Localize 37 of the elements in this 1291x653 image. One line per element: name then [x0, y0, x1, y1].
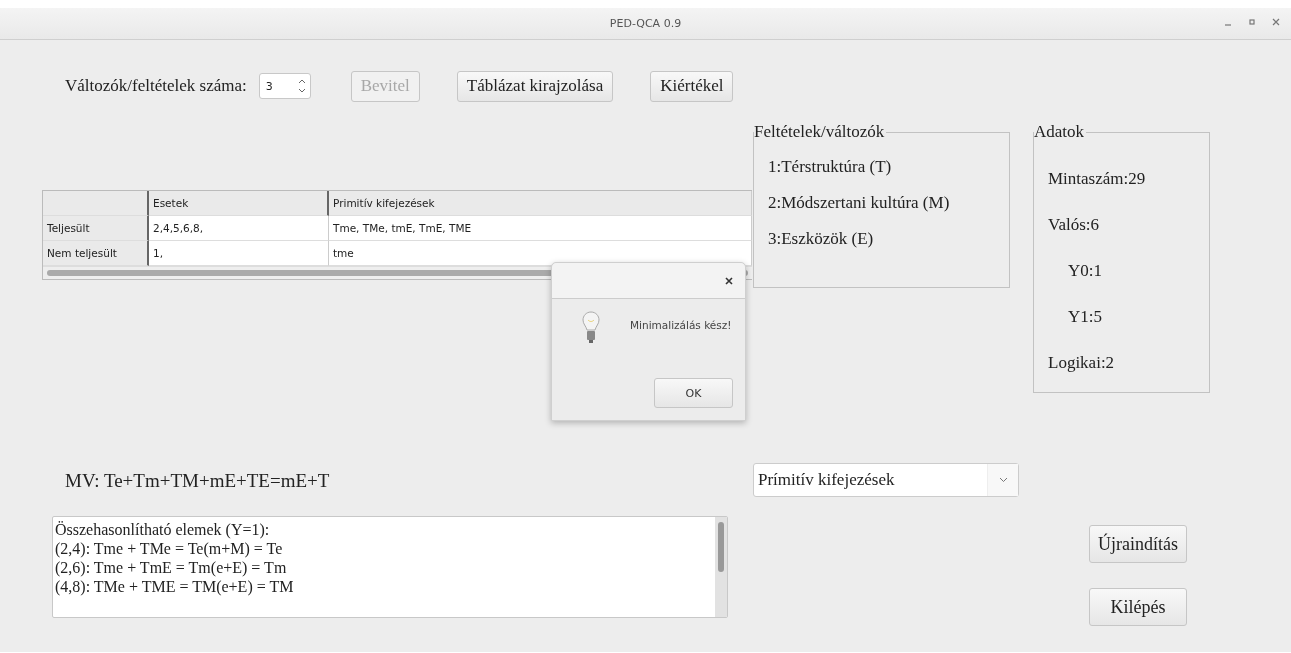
data-item: Valós:6	[1047, 215, 1099, 235]
output-text-area[interactable]: Összehasonlítható elemek (Y=1): (2,4): Tme + TMe = Te(m+M) = Te (2,6): Tme + TmE = Tm(e+E) = Tm (4,8): TMe + TME = TM(e+E) = TM	[52, 516, 728, 618]
formula-text: MV: Te+Tm+TM+mE+TE=mE+T	[65, 470, 331, 492]
dialog-message: Minimalizálás kész!	[630, 319, 732, 333]
toolbar-button[interactable]: Táblázat kirajzolása	[456, 70, 614, 102]
data-item: Logikai:2	[1047, 353, 1115, 373]
output-line: Összehasonlítható elemek (Y=1):	[55, 520, 271, 539]
chevron-down-icon[interactable]	[998, 477, 1008, 483]
count-spinner[interactable]: 3	[258, 73, 311, 99]
table-cell: Tme, TMe, tmE, TmE, TME	[329, 216, 752, 241]
maximize-icon[interactable]	[1247, 17, 1257, 27]
table-cell: 1,	[149, 241, 329, 266]
column-header: Esetek	[149, 191, 329, 216]
view-select[interactable]: Prímitív kifejezések	[753, 463, 1019, 497]
data-item: Y1:5	[1067, 307, 1102, 327]
condition-item: 3:Eszközök (E)	[767, 229, 874, 249]
column-header: Primitív kifejezések	[329, 191, 752, 216]
toolbar-button[interactable]: Kiértékel	[650, 70, 734, 102]
condition-item: 2:Módszertani kultúra (M)	[767, 193, 950, 213]
spinner-arrows-icon[interactable]	[297, 77, 306, 95]
action-button[interactable]: Kilépés	[1089, 588, 1187, 626]
table-cell: 2,4,5,6,8,	[149, 216, 329, 241]
row-header: Nem teljesült	[43, 241, 149, 266]
window-title: PED-QCA 0.9	[609, 17, 682, 30]
close-icon[interactable]	[725, 276, 733, 285]
output-line: (2,6): Tme + TmE = Tm(e+E) = Tm	[55, 558, 288, 577]
action-button[interactable]: Újraindítás	[1089, 525, 1187, 563]
data-item: Y0:1	[1067, 261, 1102, 281]
output-line: (2,4): Tme + TMe = Te(m+M) = Te	[55, 539, 284, 558]
output-line: (4,8): TMe + TME = TM(e+E) = TM	[55, 577, 295, 596]
row-header: Teljesült	[43, 216, 149, 241]
table-cell: tme	[329, 241, 752, 266]
data-item: Mintaszám:29	[1047, 169, 1146, 189]
condition-item: 1:Térstruktúra (T)	[767, 157, 892, 177]
lightbulb-icon	[582, 311, 600, 345]
ok-button[interactable]: OK	[654, 378, 733, 408]
count-label: Változók/feltételek száma:	[65, 76, 247, 96]
